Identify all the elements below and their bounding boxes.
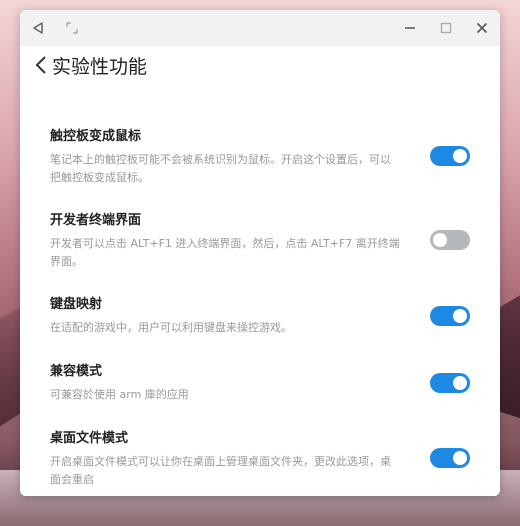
setting-touchpad-as-mouse: 触控板变成鼠标 笔记本上的触控板可能不会被系统识别为鼠标。开启这个设置后，可以把…	[50, 128, 470, 187]
setting-compat-mode: 兼容模式 可兼容於使用 arm 庫的应用	[50, 363, 470, 404]
setting-title: 键盘映射	[50, 297, 103, 312]
setting-description: 在适配的游戏中，用户可以利用键盘来操控游戏。	[50, 321, 292, 334]
back-triangle-icon[interactable]	[30, 20, 46, 36]
toggle-switch[interactable]	[430, 306, 470, 326]
setting-desktop-file-mode: 桌面文件模式 开启桌面文件模式可以让你在桌面上管理桌面文件夹，更改此选项，桌面会…	[50, 430, 470, 489]
setting-developer-terminal: 开发者终端界面 开发者可以点击 ALT+F1 进入终端界面，然后，点击 ALT+…	[50, 212, 470, 271]
toggle-knob	[453, 376, 467, 390]
setting-description: 开启桌面文件模式可以让你在桌面上管理桌面文件夹，更改此选项，桌面会重启	[50, 455, 391, 486]
setting-description: 可兼容於使用 arm 庫的应用	[50, 388, 189, 401]
setting-title: 触控板变成鼠标	[50, 129, 142, 144]
toggle-switch[interactable]	[430, 146, 470, 166]
minimize-icon[interactable]	[402, 20, 418, 36]
titlebar	[20, 10, 500, 46]
setting-description: 笔记本上的触控板可能不会被系统识别为鼠标。开启这个设置后，可以把触控板变成鼠标。	[50, 153, 391, 184]
toggle-knob	[453, 309, 467, 323]
setting-title: 开发者终端界面	[50, 213, 142, 228]
toggle-switch[interactable]	[430, 230, 470, 250]
toggle-knob	[433, 233, 447, 247]
expand-icon[interactable]	[64, 20, 80, 36]
toggle-knob	[453, 451, 467, 465]
setting-title: 桌面文件模式	[50, 431, 129, 446]
toggle-knob	[453, 149, 467, 163]
desktop-wallpaper: 实验性功能 触控板变成鼠标 笔记本上的触控板可能不会被系统识别为鼠标。开启这个设…	[0, 0, 520, 526]
toggle-switch[interactable]	[430, 448, 470, 468]
maximize-icon[interactable]	[438, 20, 454, 36]
settings-window: 实验性功能 触控板变成鼠标 笔记本上的触控板可能不会被系统识别为鼠标。开启这个设…	[20, 10, 500, 496]
setting-keyboard-mapping: 键盘映射 在适配的游戏中，用户可以利用键盘来操控游戏。	[50, 296, 470, 337]
setting-description: 开发者可以点击 ALT+F1 进入终端界面，然后，点击 ALT+F7 离开终端界…	[50, 237, 400, 268]
page-header: 实验性功能	[32, 50, 147, 80]
close-icon[interactable]	[474, 20, 490, 36]
page-title: 实验性功能	[52, 55, 148, 78]
toggle-switch[interactable]	[430, 373, 470, 393]
chevron-left-icon[interactable]	[32, 54, 50, 76]
setting-title: 兼容模式	[50, 364, 103, 379]
